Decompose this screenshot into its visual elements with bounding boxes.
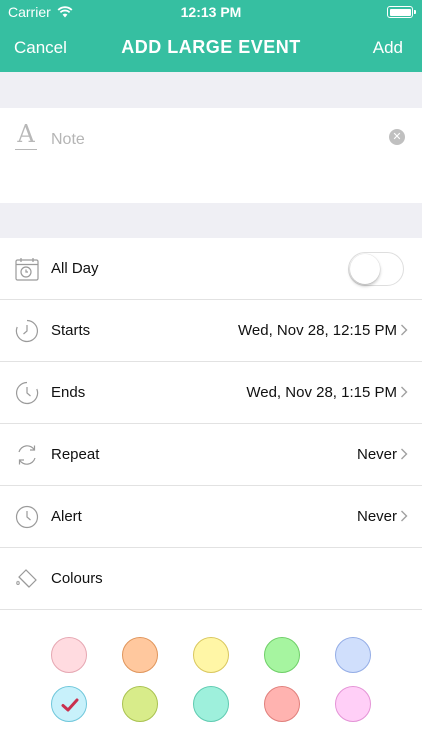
chevron-right-icon (401, 510, 408, 522)
row-repeat[interactable]: Repeat Never (0, 424, 422, 486)
paint-bucket-icon (16, 569, 37, 588)
row-alert[interactable]: Alert Never (0, 486, 422, 548)
text-format-icon: A (15, 122, 37, 150)
checkmark-icon (61, 698, 79, 712)
repeat-value: Never (356, 446, 397, 463)
calendar-clock-icon (15, 258, 39, 281)
chevron-right-icon (401, 386, 408, 398)
row-label: Alert (51, 508, 82, 525)
colour-swatch-blue[interactable] (335, 637, 371, 673)
clock-start-icon (15, 319, 38, 343)
colour-swatch-yellow[interactable] (193, 637, 229, 673)
starts-value: Wed, Nov 28, 12:15 PM (238, 322, 397, 339)
event-settings-list: All Day Starts Wed, Nov 28, 12:15 PM End… (0, 238, 422, 610)
note-field[interactable]: A Note ✕ (0, 108, 422, 203)
note-input[interactable]: Note (51, 131, 85, 149)
colour-swatch-light-blue[interactable] (51, 686, 87, 722)
clear-icon[interactable]: ✕ (389, 129, 405, 145)
status-bar: Carrier 12:13 PM (0, 0, 422, 24)
row-starts[interactable]: Starts Wed, Nov 28, 12:15 PM (0, 300, 422, 362)
colour-swatch-lime[interactable] (122, 686, 158, 722)
status-time: 12:13 PM (180, 4, 242, 20)
chevron-right-icon (401, 448, 408, 460)
row-label: Repeat (51, 446, 100, 463)
row-all-day: All Day (0, 238, 422, 300)
toggle-knob (350, 254, 380, 284)
row-label: Starts (51, 322, 91, 339)
row-label: Colours (51, 570, 103, 587)
battery-icon (387, 6, 416, 18)
chevron-right-icon (401, 324, 408, 336)
colour-swatch-green[interactable] (264, 637, 300, 673)
header-bar: Carrier 12:13 PM Cancel ADD LARGE EVENT … (0, 0, 422, 72)
alarm-icon (15, 505, 39, 529)
colour-picker (0, 610, 422, 750)
row-label: Ends (51, 384, 86, 401)
nav-bar: Cancel ADD LARGE EVENT Add (0, 24, 422, 72)
colour-swatch-magenta[interactable] (335, 686, 371, 722)
row-colours: Colours (0, 548, 422, 610)
add-button[interactable]: Add (373, 38, 403, 58)
row-ends[interactable]: Ends Wed, Nov 28, 1:15 PM (0, 362, 422, 424)
ends-value: Wed, Nov 28, 1:15 PM (246, 384, 397, 401)
alert-value: Never (356, 508, 397, 525)
clock-end-icon (16, 381, 39, 405)
colour-swatch-pink[interactable] (51, 637, 87, 673)
repeat-icon (18, 445, 36, 465)
row-label: All Day (51, 260, 99, 277)
all-day-toggle[interactable] (348, 252, 404, 286)
colour-swatch-salmon[interactable] (264, 686, 300, 722)
colour-swatch-teal[interactable] (193, 686, 229, 722)
page-title: ADD LARGE EVENT (121, 37, 301, 57)
colour-swatch-orange[interactable] (122, 637, 158, 673)
